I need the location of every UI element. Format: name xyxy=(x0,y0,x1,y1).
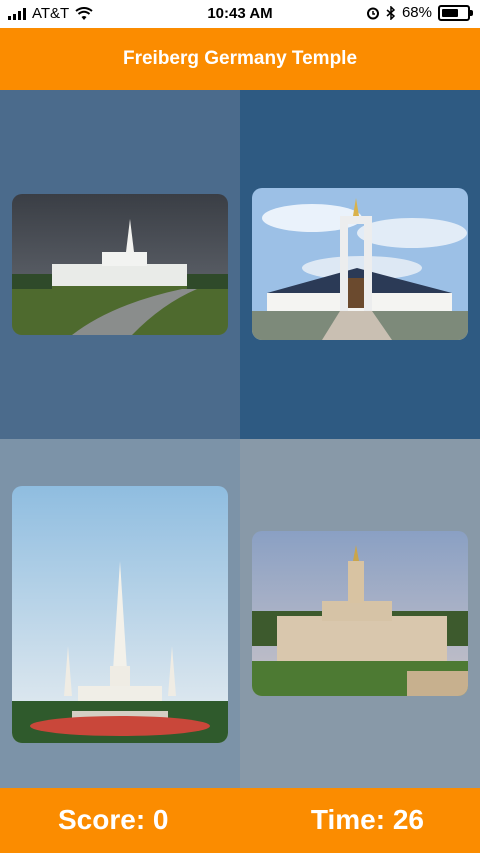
tile-3[interactable] xyxy=(0,439,240,788)
photo-grid xyxy=(0,90,480,788)
page-title: Freiberg Germany Temple xyxy=(122,48,358,69)
temple-photo-1[interactable] xyxy=(12,194,228,335)
battery-percent: 68% xyxy=(401,4,432,21)
footer-bar: Score: 0 Time: 26 xyxy=(0,788,480,853)
temple-photo-4[interactable] xyxy=(252,531,468,696)
status-bar: AT&T 10:43 AM 68% xyxy=(0,0,480,28)
header-bar: Freiberg Germany Temple xyxy=(0,28,480,90)
alarm-icon xyxy=(366,7,379,19)
tile-4[interactable] xyxy=(240,439,480,788)
temple-photo-2[interactable] xyxy=(252,188,468,340)
bluetooth-icon xyxy=(386,5,396,20)
status-right: 68% xyxy=(366,4,473,21)
temple-photo-3[interactable] xyxy=(12,486,228,743)
score-label: Score: 0 xyxy=(58,804,169,835)
tile-1[interactable] xyxy=(0,90,240,439)
battery-icon xyxy=(438,4,473,21)
timer-label: Time: 26 xyxy=(310,804,424,835)
tile-2[interactable] xyxy=(240,90,480,439)
